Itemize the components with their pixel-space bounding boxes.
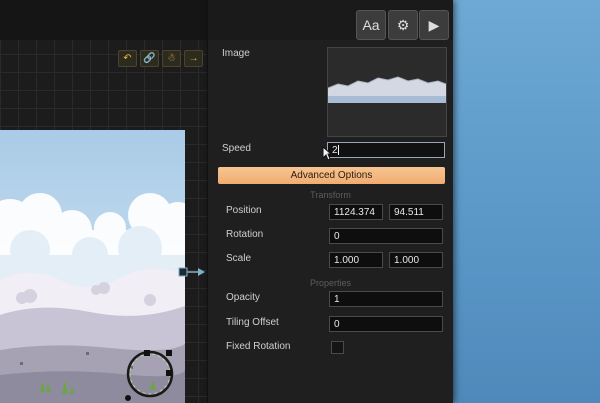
scale-y-input[interactable]: 1.000 [389,252,443,268]
canvas-top-strip [0,0,207,40]
advanced-options-label: Advanced Options [290,170,373,181]
play-icon: ▶ [428,17,440,33]
panel-header: Aa ⚙ ▶ [208,0,453,40]
fixed-rotation-label: Fixed Rotation [226,341,291,352]
font-button-label: Aa [362,17,380,33]
tiling-offset-label: Tiling Offset [226,317,279,328]
bug-icon[interactable]: ☃ [162,50,181,67]
speed-input[interactable]: 2 [327,142,445,158]
position-label: Position [226,205,262,216]
properties-panel: Aa ⚙ ▶ Image Speed 2 Advanced Options Tr… [207,0,453,403]
position-y-input[interactable]: 94.511 [389,204,443,220]
opacity-input[interactable]: 1 [329,291,443,307]
image-label: Image [222,48,250,59]
properties-section-title: Properties [309,278,352,288]
scale-label: Scale [226,253,252,264]
scale-x-input[interactable]: 1.000 [329,252,383,268]
resize-handle[interactable] [178,266,206,285]
rotation-input[interactable]: 0 [329,228,443,244]
settings-button[interactable]: ⚙ [388,10,418,40]
fixed-rotation-checkbox[interactable] [331,341,344,354]
rotation-label: Rotation [226,229,264,240]
scene-canvas[interactable]: ↶ 🔗 ☃ → [0,0,207,403]
text-caret [337,145,339,156]
play-button[interactable]: ▶ [419,10,449,40]
arrow-right-icon[interactable]: → [184,50,203,67]
undo-icon[interactable]: ↶ [118,50,137,67]
font-button[interactable]: Aa [356,10,386,40]
transform-section-title: Transform [310,190,351,200]
image-preview[interactable] [327,47,447,137]
link-icon[interactable]: 🔗 [140,50,159,67]
speed-label: Speed [222,143,251,154]
advanced-options-button[interactable]: Advanced Options [218,167,445,184]
mouse-cursor-icon [322,145,333,166]
gear-icon: ⚙ [396,17,410,33]
background-sprite[interactable] [0,130,185,403]
position-x-input[interactable]: 1124.374 [329,204,383,220]
canvas-toolbar: ↶ 🔗 ☃ → [118,50,203,67]
tiling-offset-input[interactable]: 0 [329,316,443,332]
opacity-label: Opacity [226,292,260,303]
